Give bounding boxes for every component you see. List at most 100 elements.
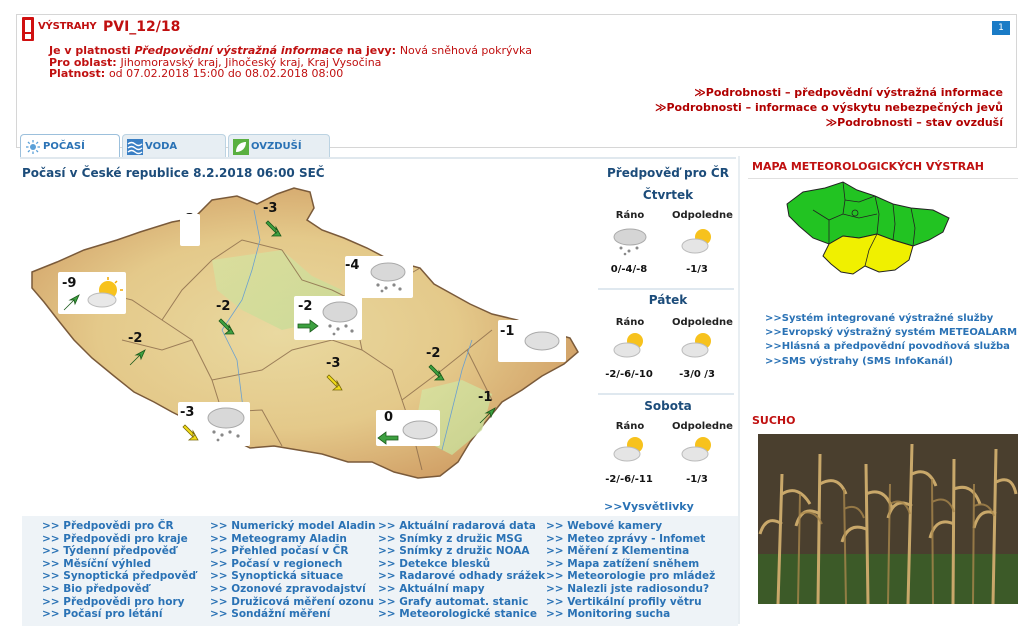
divider — [598, 393, 734, 395]
morning-label: Ráno — [615, 317, 645, 328]
link-item[interactable]: >>Evropský výstražný systém METEOALARM — [765, 326, 1017, 340]
cr-forecast-title[interactable]: Předpověď pro ČR — [598, 166, 738, 180]
link-item[interactable]: >> Meteo zprávy - Infomet — [546, 533, 715, 546]
snow-icon — [370, 262, 406, 293]
link-item[interactable]: >> Radarové odhady srážek — [378, 570, 545, 583]
warning-map[interactable] — [783, 180, 953, 280]
map-temp: -1 — [500, 324, 515, 339]
link-warning-details[interactable]: ≫Podrobnosti – předpovědní výstražná inf… — [655, 85, 1003, 100]
link-hazard-details[interactable]: ≫Podrobnosti – informace o výskytu nebez… — [655, 100, 1003, 115]
map-temp: -2 — [298, 299, 313, 314]
wind-arrow-icon — [129, 349, 146, 366]
forecast-title: Počasí v České republice 8.2.2018 06:00 … — [22, 166, 325, 180]
link-item[interactable]: >> Meteorologické stanice — [378, 608, 545, 621]
link-item[interactable]: >> Grafy automat. stanic — [378, 596, 545, 609]
afternoon-temps: -1/3 — [686, 264, 708, 275]
link-item[interactable]: >> Ozonové zpravodajství — [210, 583, 376, 596]
explanations-link[interactable]: >>Vysvětlivky — [604, 500, 694, 513]
link-column: >> Webové kamery >> Meteo zprávy - Infom… — [546, 520, 715, 621]
link-item[interactable]: >>Hlásná a předpovědní povodňová služba — [765, 340, 1017, 354]
snow-icon — [613, 228, 647, 256]
link-item[interactable]: >> Měsíční výhled — [42, 558, 196, 571]
link-grid: >> Předpovědi pro ČR >> Předpovědi pro k… — [22, 516, 738, 626]
tab-weather[interactable]: POČASÍ — [20, 134, 120, 158]
wind-arrow-icon — [428, 364, 445, 381]
map-temp: -4 — [345, 258, 360, 273]
link-item[interactable]: >> Synoptická situace — [210, 570, 376, 583]
water-icon — [127, 139, 143, 155]
tab-air[interactable]: OVZDUŠÍ — [228, 134, 330, 158]
warning-code[interactable]: PVI_12/18 — [103, 19, 180, 35]
afternoon-label: Odpoledne — [672, 421, 733, 432]
link-item[interactable]: >> Předpovědi pro ČR — [42, 520, 196, 533]
map-temp: -3 — [263, 201, 278, 216]
warning-header: VÝSTRAHY PVI_12/18 1 — [17, 15, 1016, 43]
link-item[interactable]: >> Přehled počasí v ČR — [210, 545, 376, 558]
wind-arrow-icon — [297, 319, 319, 333]
link-item[interactable]: >> Meteogramy Aladin — [210, 533, 376, 546]
link-item[interactable]: >> Předpovědi pro hory — [42, 596, 196, 609]
map-temp: 0 — [384, 410, 394, 425]
partly-cloudy-icon — [613, 437, 643, 462]
divider — [748, 178, 1018, 179]
link-item[interactable]: >> Detekce blesků — [378, 558, 545, 571]
link-item[interactable]: >> Synoptická předpověď — [42, 570, 196, 583]
warning-map-links: >>Systém integrované výstražné služby >>… — [765, 312, 1017, 369]
snow-icon — [207, 407, 245, 442]
link-air-details[interactable]: ≫Podrobnosti – stav ovzduší — [655, 115, 1003, 130]
link-item[interactable]: >> Numerický model Aladin — [210, 520, 376, 533]
leaf-icon — [233, 139, 249, 155]
link-item[interactable]: >> Webové kamery — [546, 520, 715, 533]
map-temp: -2 — [426, 346, 441, 361]
link-item[interactable]: >> Družicová měření ozonu — [210, 596, 376, 609]
link-item[interactable]: >> Počasí v regionech — [210, 558, 376, 571]
link-item[interactable]: >>Systém integrované výstražné služby — [765, 312, 1017, 326]
snow-icon — [322, 301, 358, 336]
tab-bar: POČASÍ VODA OVZDUŠÍ — [20, 134, 330, 158]
day-name: Čtvrtek — [642, 188, 694, 202]
link-column: >> Numerický model Aladin >> Meteogramy … — [210, 520, 376, 621]
link-item[interactable]: >> Meteorologie pro mládež — [546, 570, 715, 583]
tab-water[interactable]: VODA — [122, 134, 226, 158]
link-item[interactable]: >> Počasí pro létání — [42, 608, 196, 621]
day-name: Sobota — [644, 399, 692, 413]
partly-cloudy-icon — [681, 437, 711, 462]
link-item[interactable]: >> Bio předpověď — [42, 583, 196, 596]
afternoon-label: Odpoledne — [672, 210, 733, 221]
tab-water-label: VODA — [145, 141, 178, 152]
cloudy-icon — [402, 420, 438, 440]
morning-temps: 0/-4/-8 — [610, 264, 648, 275]
link-item[interactable]: >> Snímky z družic NOAA — [378, 545, 545, 558]
link-item[interactable]: >>SMS výstrahy (SMS InfoKanál) — [765, 355, 1017, 369]
day-name: Pátek — [648, 293, 688, 307]
map-temp: -9 — [62, 276, 77, 291]
warning-box: VÝSTRAHY PVI_12/18 1 Je v platnosti Před… — [16, 14, 1017, 148]
wind-arrow-icon — [479, 407, 496, 424]
cloudy-icon — [524, 331, 560, 351]
morning-label: Ráno — [615, 421, 645, 432]
warning-body: Je v platnosti Předpovědní výstražná inf… — [49, 45, 532, 80]
link-item[interactable]: >> Měření z Klementina — [546, 545, 715, 558]
sun-icon — [26, 140, 40, 154]
partly-cloudy-icon — [681, 333, 711, 358]
link-item[interactable]: >> Aktuální radarová data — [378, 520, 545, 533]
warning-page-number[interactable]: 1 — [992, 21, 1010, 35]
link-item[interactable]: >> Předpovědi pro kraje — [42, 533, 196, 546]
exclamation-icon — [22, 17, 34, 41]
link-column: >> Aktuální radarová data >> Snímky z dr… — [378, 520, 545, 621]
warning-map-title: MAPA METEOROLOGICKÝCH VÝSTRAH — [752, 160, 984, 173]
partly-cloudy-icon — [613, 333, 643, 358]
link-item[interactable]: >> Monitoring sucha — [546, 608, 715, 621]
link-column: >> Předpovědi pro ČR >> Předpovědi pro k… — [42, 520, 196, 621]
link-item[interactable]: >> Týdenní předpověď — [42, 545, 196, 558]
partly-cloudy-icon — [87, 277, 123, 308]
link-item[interactable]: >> Snímky z družic MSG — [378, 533, 545, 546]
wind-arrow-icon — [377, 431, 399, 445]
drought-photo[interactable] — [758, 434, 1018, 604]
link-item[interactable]: >> Aktuální mapy — [378, 583, 545, 596]
wind-arrow-icon — [218, 318, 235, 335]
link-item[interactable]: >> Sondážní měření — [210, 608, 376, 621]
link-item[interactable]: >> Mapa zatížení sněhem — [546, 558, 715, 571]
link-item[interactable]: >> Vertikální profily větru — [546, 596, 715, 609]
link-item[interactable]: >> Nalezli jste radiosondu? — [546, 583, 715, 596]
